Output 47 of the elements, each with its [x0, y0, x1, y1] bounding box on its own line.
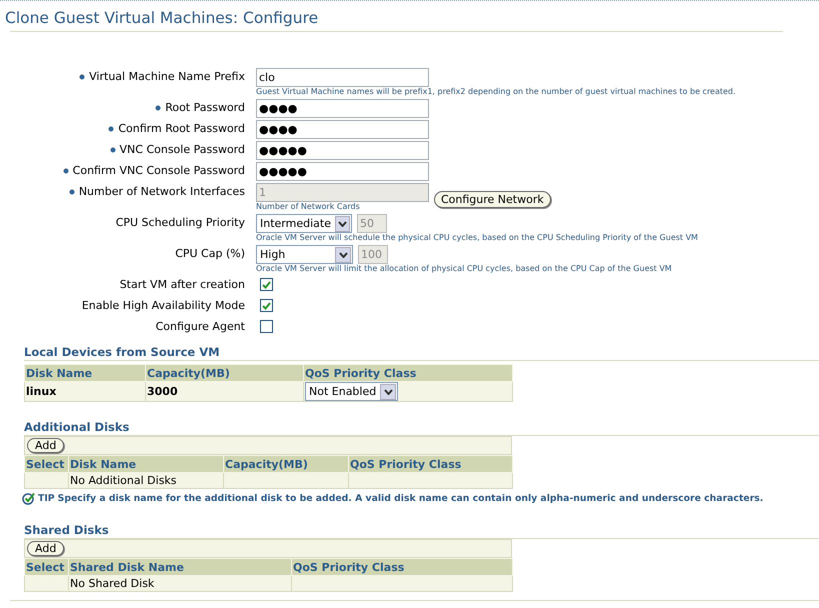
text-field[interactable]: ●●●●●	[256, 141, 429, 160]
field-label: Root Password	[165, 101, 245, 114]
dropdown[interactable]: Intermediate	[256, 214, 352, 233]
text-field[interactable]: ●●●●	[256, 99, 429, 118]
column-header: Capacity(MB)	[146, 364, 304, 382]
empty-message: No Additional Disks	[68, 472, 224, 488]
tip-label: TIP	[38, 493, 55, 504]
add-button[interactable]: Add	[27, 438, 64, 453]
checkbox[interactable]	[260, 278, 273, 291]
field-hint: Guest Virtual Machine names will be prefix1, prefix2 depending on the number of guest virtual machines to be created.	[256, 87, 737, 97]
dropdown[interactable]: Not Enabled	[305, 382, 398, 401]
column-header: QoS Priority Class	[348, 456, 512, 472]
field-label: VNC Console Password	[120, 143, 245, 156]
column-header: Disk Name	[24, 364, 146, 382]
column-header: Capacity(MB)	[224, 456, 348, 472]
field-label: Virtual Machine Name Prefix	[89, 70, 245, 83]
text-field[interactable]: clo	[256, 68, 429, 87]
column-header: QoS Priority Class	[304, 364, 512, 382]
column-header: Shared Disk Name	[68, 558, 292, 576]
field-label: Confirm Root Password	[118, 122, 245, 135]
field-label: CPU Cap (%)	[175, 247, 245, 260]
field-label: Enable High Availability Mode	[82, 299, 245, 312]
table-cell: 3000	[146, 382, 304, 402]
empty-message: No Shared Disk	[68, 576, 292, 592]
text-field[interactable]: ●●●●	[256, 120, 429, 139]
tip-text: Specify a disk name for the additional disk to be added. A valid disk name can contain only alpha-numeric and underscore characters.	[58, 493, 764, 504]
field-label: CPU Scheduling Priority	[116, 216, 245, 229]
field-hint: Oracle VM Server will limit the allocation of physical CPU cycles, based on the CPU Cap of the Guest VM	[256, 264, 673, 274]
section-heading: Local Devices from Source VM	[24, 345, 819, 361]
field-label: Confirm VNC Console Password	[72, 164, 245, 177]
field-hint: Number of Network Cards	[256, 202, 361, 212]
dropdown[interactable]: High	[256, 245, 353, 264]
column-header: Select	[24, 456, 68, 472]
column-header: Select	[24, 558, 68, 576]
column-header: Disk Name	[68, 456, 224, 472]
checkbox[interactable]	[260, 299, 273, 312]
checkbox[interactable]	[260, 320, 273, 333]
add-button[interactable]: Add	[27, 541, 64, 556]
text-field[interactable]: ●●●●●	[256, 162, 429, 181]
page-title: Clone Guest Virtual Machines: Configure	[5, 9, 320, 27]
check-circle-icon	[22, 492, 35, 505]
field-hint: Oracle VM Server will schedule the physical CPU cycles, based on the CPU Scheduling Priority of the Guest VM	[256, 233, 699, 243]
field-label: Configure Agent	[156, 320, 245, 333]
column-header: QoS Priority Class	[292, 558, 512, 576]
field-label: Start VM after creation	[120, 278, 245, 291]
table-cell: linux	[24, 382, 146, 402]
field-label: Number of Network Interfaces	[78, 185, 245, 198]
